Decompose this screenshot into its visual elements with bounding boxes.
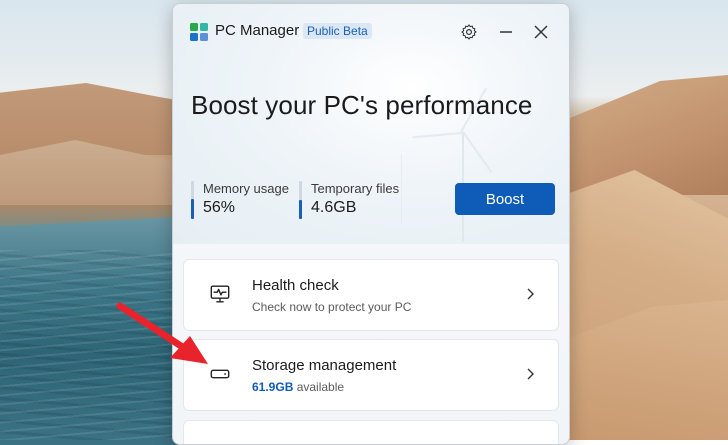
settings-button[interactable]	[455, 18, 483, 46]
storage-available-text: 61.9GB available	[252, 380, 344, 394]
chevron-right-icon	[527, 288, 534, 300]
memory-usage-label: Memory usage	[203, 181, 289, 196]
health-check-subtitle: Check now to protect your PC	[252, 300, 412, 314]
temporary-files-label: Temporary files	[311, 181, 400, 196]
storage-available-suffix: available	[293, 380, 345, 394]
monitor-pulse-icon	[210, 285, 230, 303]
minimize-icon	[500, 31, 512, 33]
public-beta-badge: Public Beta	[303, 23, 372, 39]
wind-turbine-blade	[462, 130, 493, 173]
next-card-partial[interactable]	[183, 420, 559, 444]
gear-icon	[461, 24, 477, 40]
pc-manager-window: PC Manager Public Beta Boost your PC's p…	[172, 3, 570, 445]
health-check-card[interactable]: Health check Check now to protect your P…	[183, 259, 559, 331]
minimize-button[interactable]	[492, 18, 520, 46]
boost-button[interactable]: Boost	[455, 183, 555, 215]
close-button[interactable]	[527, 18, 555, 46]
annotation-arrow-icon	[116, 302, 208, 364]
page-title: Boost your PC's performance	[191, 90, 533, 120]
temporary-files-meter-fill	[299, 200, 302, 219]
storage-available-value: 61.9GB	[252, 380, 294, 394]
memory-usage-value: 56%	[203, 199, 236, 216]
close-icon	[534, 25, 548, 39]
wind-turbine-illustration	[401, 154, 402, 224]
app-title: PC Manager	[215, 22, 300, 39]
chevron-right-icon	[527, 368, 534, 380]
drive-icon	[210, 369, 230, 379]
memory-usage-stat: Memory usage 56%	[191, 181, 289, 219]
wind-turbine-blade	[412, 132, 463, 139]
pc-manager-logo-icon	[190, 23, 208, 41]
storage-management-title: Storage management	[252, 357, 397, 374]
memory-usage-meter-fill	[191, 199, 194, 219]
storage-management-card[interactable]: Storage management 61.9GB available	[183, 339, 559, 411]
title-bar[interactable]: PC Manager Public Beta	[173, 4, 569, 56]
temporary-files-value: 4.6GB	[311, 199, 357, 216]
health-check-title: Health check	[252, 277, 339, 294]
temporary-files-stat: Temporary files 4.6GB	[299, 181, 399, 219]
